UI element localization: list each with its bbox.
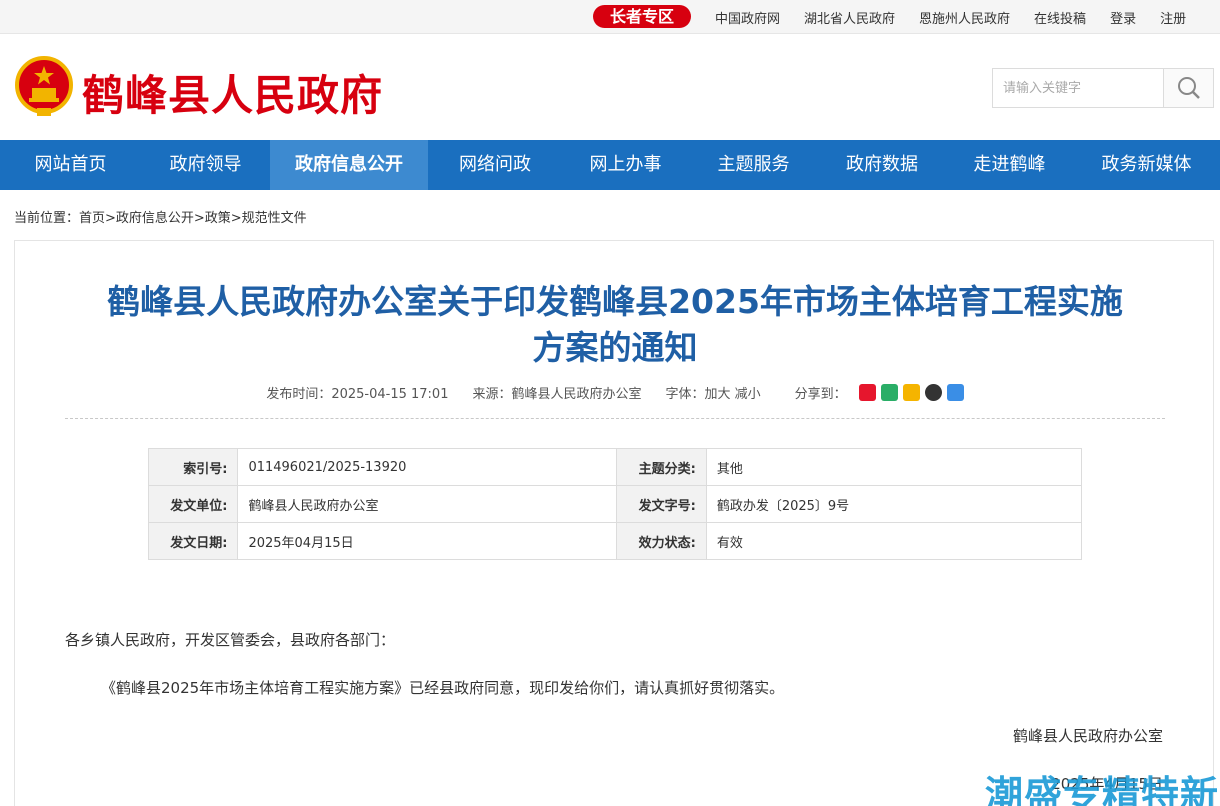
qq-icon[interactable] [924,384,942,401]
share-icons [858,384,964,401]
main-nav: 网站首页 政府领导 政府信息公开 网络问政 网上办事 主题服务 政府数据 走进鹤… [0,140,1220,190]
article-title-line-1: 鹤峰县人民政府办公室关于印发鹤峰县2025年市场主体培育工程实施 [107,282,1123,321]
nav-leaders[interactable]: 政府领导 [141,140,270,190]
weibo-icon[interactable] [858,384,876,401]
link-enshi-gov[interactable]: 恩施州人民政府 [919,8,1010,27]
search-button[interactable] [1163,69,1213,107]
site-title[interactable]: 鹤峰县人民政府 [82,62,383,123]
signature: 鹤峰县人民政府办公室 [1012,727,1163,745]
search-box [992,68,1214,108]
link-login[interactable]: 登录 [1110,8,1136,27]
search-input[interactable] [993,69,1163,107]
table-row: 发文单位: 鹤峰县人民政府办公室 发文字号: 鹤政办发〔2025〕9号 [147,485,1083,523]
nav-online-inquiry[interactable]: 网络问政 [428,140,562,190]
nav-about-hefeng[interactable]: 走进鹤峰 [946,140,1073,190]
qzone-icon[interactable] [902,384,920,401]
index-label: 索引号: [147,448,239,486]
article-title-line-2: 方案的通知 [532,328,698,367]
top-bar: 长者专区 中国政府网 湖北省人民政府 恩施州人民政府 在线投稿 登录 注册 [0,0,1220,34]
article-container: 鹤峰县人民政府办公室关于印发鹤峰县2025年市场主体培育工程实施 方案的通知 发… [14,240,1214,806]
breadcrumb[interactable]: 当前位置：首页>政府信息公开>政策>规范性文件 [14,207,307,226]
docno-label: 发文字号: [616,485,707,523]
salutation: 各乡镇人民政府，开发区管委会，县政府各部门： [65,631,396,649]
watermark: 潮盛专精特新 [985,773,1220,806]
article-meta: 发布时间：2025-04-15 17:01 来源：鹤峰县人民政府办公室 字体：加… [15,383,1215,402]
nav-gov-data[interactable]: 政府数据 [818,140,946,190]
more-share-icon[interactable] [946,384,964,401]
nav-info-disclosure[interactable]: 政府信息公开 [270,140,428,190]
issuer-label: 发文单位: [147,485,239,523]
nav-home[interactable]: 网站首页 [0,140,141,190]
status-value: 有效 [705,522,1083,560]
search-icon [1178,77,1200,99]
link-register[interactable]: 注册 [1160,8,1186,27]
index-value: 011496021/2025-13920 [237,448,618,486]
body-paragraph: 《鹤峰县2025年市场主体培育工程实施方案》已经县政府同意，现印发给你们，请认真… [101,679,785,697]
elder-zone-button[interactable]: 长者专区 [593,5,691,28]
topic-label: 主题分类: [616,448,707,486]
share-label: 分享到： [794,387,847,402]
issuer-value: 鹤峰县人民政府办公室 [237,485,618,523]
wechat-icon[interactable] [880,384,898,401]
link-submit[interactable]: 在线投稿 [1034,8,1086,27]
topic-value: 其他 [705,448,1083,486]
nav-new-media[interactable]: 政务新媒体 [1073,140,1220,190]
date-label: 发文日期: [147,522,239,560]
nav-topic-services[interactable]: 主题服务 [689,140,818,190]
national-emblem-icon [15,56,73,116]
publish-time: 发布时间：2025-04-15 17:01 [266,387,449,402]
table-row: 索引号: 011496021/2025-13920 主题分类: 其他 [147,448,1083,486]
meta-divider [65,418,1165,419]
link-gov-cn[interactable]: 中国政府网 [715,8,780,27]
link-hubei-gov[interactable]: 湖北省人民政府 [804,8,895,27]
font-size-control[interactable]: 字体：加大 减小 [666,383,761,402]
date-value: 2025年04月15日 [237,522,618,560]
status-label: 效力状态: [616,522,707,560]
nav-online-services[interactable]: 网上办事 [562,140,689,190]
site-header: 鹤峰县人民政府 [0,34,1220,140]
article-source: 来源：鹤峰县人民政府办公室 [472,387,642,402]
docno-value: 鹤政办发〔2025〕9号 [705,485,1083,523]
table-row: 发文日期: 2025年04月15日 效力状态: 有效 [147,522,1083,560]
top-links: 中国政府网 湖北省人民政府 恩施州人民政府 在线投稿 登录 注册 [715,0,1186,34]
document-info-table: 索引号: 011496021/2025-13920 主题分类: 其他 发文单位:… [147,448,1083,560]
article-title: 鹤峰县人民政府办公室关于印发鹤峰县2025年市场主体培育工程实施 方案的通知 [65,279,1165,371]
